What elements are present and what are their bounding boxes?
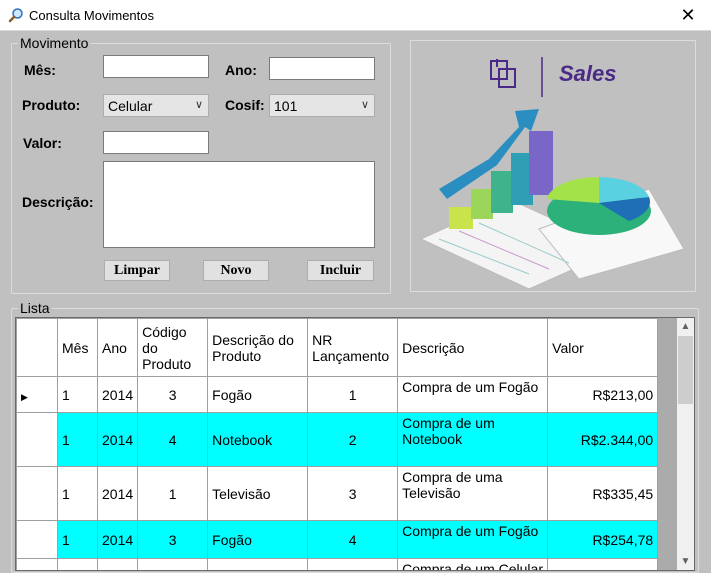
row-header[interactable] xyxy=(16,412,58,467)
cell-mes[interactable]: 1 xyxy=(57,466,98,521)
current-row-icon: ▶ xyxy=(21,391,28,402)
cell-descricao[interactable]: Compra de um Celular xyxy=(397,558,549,570)
cell-nr[interactable]: 4 xyxy=(307,520,399,559)
cell-codigo[interactable]: 4 xyxy=(137,412,209,467)
limpar-button[interactable]: Limpar xyxy=(104,260,170,281)
close-icon: ✕ xyxy=(680,5,696,25)
table-row[interactable]: 1 2014 4 Notebook 2 Compra de um Notebook R$2.… xyxy=(16,412,659,467)
table-header-row: Mês Ano Código do Produto Descrição do P… xyxy=(16,318,659,377)
cell-mes[interactable] xyxy=(57,558,98,570)
column-header-descricao-produto[interactable]: Descrição do Produto xyxy=(207,318,309,377)
cell-ano[interactable]: 2014 xyxy=(96,466,139,521)
cell-valor[interactable]: R$254,78 xyxy=(547,520,659,559)
column-header-codigo[interactable]: Código do Produto xyxy=(137,318,209,377)
lista-table: Mês Ano Código do Produto Descrição do P… xyxy=(16,318,659,570)
cell-nr[interactable]: 3 xyxy=(307,466,399,521)
row-header[interactable] xyxy=(16,520,58,559)
movimento-legend: Movimento xyxy=(20,35,89,51)
cell-codigo[interactable]: 3 xyxy=(137,376,209,413)
cosif-value: 101 xyxy=(274,98,298,114)
close-button[interactable]: ✕ xyxy=(665,0,711,31)
cell-mes[interactable]: 1 xyxy=(57,376,98,413)
vertical-scrollbar[interactable]: ▲ ▼ xyxy=(677,318,694,570)
column-header-ano[interactable]: Ano xyxy=(96,318,139,377)
row-header[interactable]: ▶ xyxy=(16,376,58,413)
cell-ano[interactable] xyxy=(96,558,139,570)
row-header[interactable] xyxy=(16,558,58,570)
cell-descricao[interactable]: Compra de um Fogão xyxy=(397,520,549,559)
sales-text: Sales xyxy=(559,61,617,86)
sales-logo-icon xyxy=(490,57,543,97)
chevron-down-icon: ∨ xyxy=(194,99,203,111)
cell-produto[interactable]: Notebook xyxy=(207,412,309,467)
incluir-button[interactable]: Incluir xyxy=(307,260,374,281)
cell-nr[interactable] xyxy=(307,558,399,570)
cell-valor[interactable] xyxy=(547,558,659,570)
cell-valor[interactable]: R$213,00 xyxy=(547,376,659,413)
cell-ano[interactable]: 2014 xyxy=(96,376,139,413)
column-header-descricao[interactable]: Descrição xyxy=(397,318,549,377)
descricao-textarea[interactable] xyxy=(103,161,375,248)
cell-descricao[interactable]: Compra de um Notebook xyxy=(397,412,549,467)
cell-descricao[interactable]: Compra de uma Televisão xyxy=(397,466,549,521)
cell-ano[interactable]: 2014 xyxy=(96,412,139,467)
scroll-thumb[interactable] xyxy=(678,336,693,404)
sales-image-panel: Sales xyxy=(410,40,696,292)
column-header-valor[interactable]: Valor xyxy=(547,318,659,377)
produto-value: Celular xyxy=(108,98,153,114)
descricao-label: Descrição: xyxy=(22,194,94,210)
novo-button[interactable]: Novo xyxy=(203,260,269,281)
row-header[interactable] xyxy=(16,466,58,521)
table-row[interactable]: Compra de um Celular xyxy=(16,558,659,570)
title-bar: Consulta Movimentos ✕ xyxy=(0,0,711,31)
column-header-nr-lancamento[interactable]: NR Lançamento xyxy=(307,318,399,377)
table-row[interactable]: 1 2014 3 Fogão 4 Compra de um Fogão R$254,78 xyxy=(16,520,659,559)
cell-ano[interactable]: 2014 xyxy=(96,520,139,559)
ano-field[interactable] xyxy=(269,57,375,80)
cell-produto[interactable]: Fogão xyxy=(207,376,309,413)
cell-codigo[interactable]: 3 xyxy=(137,520,209,559)
table-row[interactable]: 1 2014 1 Televisão 3 Compra de uma Televisão R… xyxy=(16,466,659,521)
cell-produto[interactable] xyxy=(207,558,309,570)
chevron-down-icon: ∨ xyxy=(360,99,369,111)
cell-nr[interactable]: 2 xyxy=(307,412,399,467)
ano-label: Ano: xyxy=(225,62,257,78)
cell-produto[interactable]: Televisão xyxy=(207,466,309,521)
cell-mes[interactable]: 1 xyxy=(57,412,98,467)
produto-label: Produto: xyxy=(22,97,81,113)
magnifier-icon xyxy=(8,8,23,23)
produto-select[interactable]: Celular ∨ xyxy=(103,94,209,117)
lista-grid[interactable]: Mês Ano Código do Produto Descrição do P… xyxy=(15,317,695,571)
cell-valor[interactable]: R$335,45 xyxy=(547,466,659,521)
cell-codigo[interactable]: 1 xyxy=(137,466,209,521)
lista-legend: Lista xyxy=(20,300,50,316)
cell-produto[interactable]: Fogão xyxy=(207,520,309,559)
cell-nr[interactable]: 1 xyxy=(307,376,399,413)
window-title: Consulta Movimentos xyxy=(29,8,154,23)
column-header-mes[interactable]: Mês xyxy=(57,318,98,377)
mes-label: Mês: xyxy=(24,62,56,78)
mes-field[interactable] xyxy=(103,55,209,78)
scroll-down-icon[interactable]: ▼ xyxy=(677,553,694,570)
cosif-label: Cosif: xyxy=(225,97,265,113)
cell-codigo[interactable] xyxy=(137,558,209,570)
cell-descricao[interactable]: Compra de um Fogão xyxy=(397,376,549,413)
table-row[interactable]: ▶ 1 2014 3 Fogão 1 Compra de um Fogão R$213,00 xyxy=(16,376,659,413)
valor-field[interactable] xyxy=(103,131,209,154)
sales-chart-illustration xyxy=(419,109,685,289)
cell-valor[interactable]: R$2.344,00 xyxy=(547,412,659,467)
cell-mes[interactable]: 1 xyxy=(57,520,98,559)
cosif-select[interactable]: 101 ∨ xyxy=(269,94,375,117)
valor-label: Valor: xyxy=(23,135,62,151)
row-header-corner xyxy=(16,318,58,377)
scroll-up-icon[interactable]: ▲ xyxy=(677,318,694,335)
